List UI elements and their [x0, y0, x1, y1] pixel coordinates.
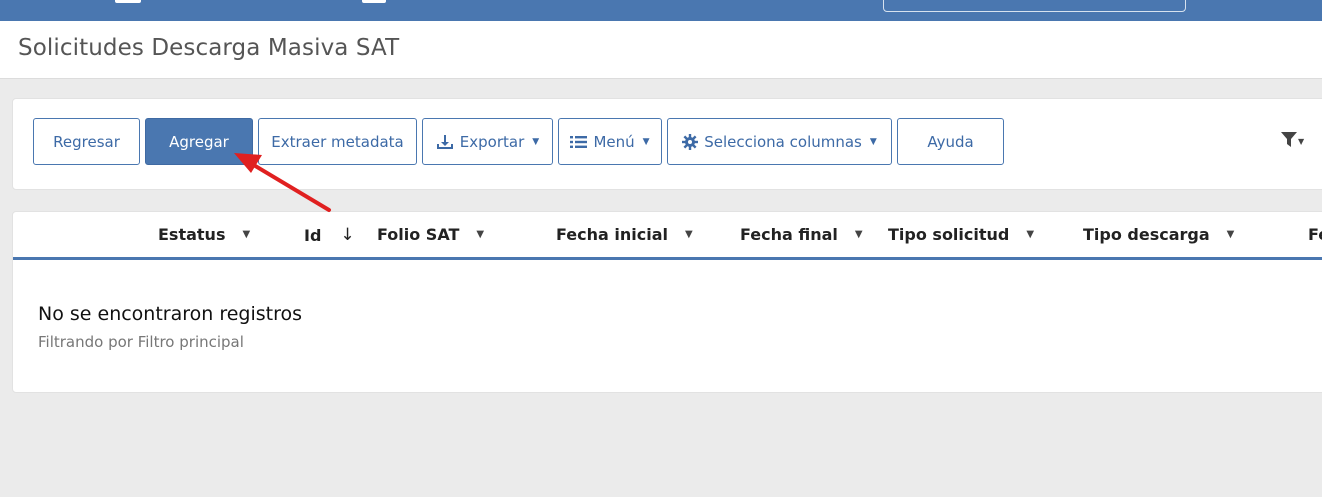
select-columns-button[interactable]: Selecciona columnas ▼ [667, 118, 892, 165]
column-header-folio-sat[interactable]: Folio SAT ▼ [377, 225, 484, 244]
title-bar: Solicitudes Descarga Masiva SAT [0, 21, 1322, 79]
sort-caret-icon: ▼ [684, 229, 693, 240]
table-header: Estatus ▼ Id ↓ Folio SAT ▼ Fecha inicial… [13, 212, 1322, 260]
chevron-down-icon: ▼ [642, 136, 650, 147]
extract-metadata-label: Extraer metadata [271, 132, 404, 151]
results-table: Estatus ▼ Id ↓ Folio SAT ▼ Fecha inicial… [12, 211, 1322, 393]
column-header-label: Fecha final [740, 225, 838, 244]
toolbar: Regresar Agregar Extraer metadata Export… [12, 98, 1322, 190]
select-columns-label: Selecciona columnas [704, 132, 862, 151]
column-header-tipo-solicitud[interactable]: Tipo solicitud ▼ [888, 225, 1034, 244]
list-icon [570, 135, 588, 149]
export-dropdown-button[interactable]: Exportar ▼ [422, 118, 553, 165]
export-label: Exportar [459, 132, 525, 151]
column-header-estatus[interactable]: Estatus ▼ [158, 225, 250, 244]
column-header-label: Tipo descarga [1083, 225, 1210, 244]
filter-note: Filtrando por Filtro principal [38, 333, 244, 351]
download-icon [436, 134, 454, 150]
sort-caret-icon: ▼ [1026, 229, 1035, 240]
nav-icon[interactable] [362, 0, 386, 3]
global-search-input[interactable] [883, 0, 1186, 12]
column-header-label: Fe [1308, 225, 1322, 244]
nav-icon[interactable] [115, 0, 141, 3]
sort-caret-icon: ▼ [854, 229, 863, 240]
column-header-label: Tipo solicitud [888, 225, 1010, 244]
filter-icon [1281, 132, 1297, 151]
menu-dropdown-button[interactable]: Menú ▼ [558, 118, 662, 165]
extract-metadata-button[interactable]: Extraer metadata [258, 118, 417, 165]
chevron-down-icon: ▼ [869, 136, 877, 147]
back-button-label: Regresar [53, 132, 120, 151]
sort-caret-icon: ▼ [1226, 229, 1235, 240]
add-button[interactable]: Agregar [145, 118, 253, 165]
column-header-truncated[interactable]: Fe [1308, 225, 1322, 244]
column-header-label: Folio SAT [377, 225, 460, 244]
back-button[interactable]: Regresar [33, 118, 140, 165]
arrow-down-icon: ↓ [340, 225, 355, 245]
top-navbar [0, 0, 1322, 21]
column-header-fecha-final[interactable]: Fecha final ▼ [740, 225, 863, 244]
help-label: Ayuda [927, 132, 974, 151]
add-button-label: Agregar [169, 132, 229, 151]
column-header-tipo-descarga[interactable]: Tipo descarga ▼ [1083, 225, 1234, 244]
column-header-label: Fecha inicial [556, 225, 668, 244]
sort-caret-icon: ▼ [242, 229, 251, 240]
filter-button[interactable]: ▼ [1281, 132, 1304, 151]
chevron-down-icon: ▼ [1298, 137, 1305, 146]
sort-caret-icon: ▼ [476, 229, 485, 240]
help-button[interactable]: Ayuda [897, 118, 1004, 165]
column-header-label: Id [304, 225, 322, 245]
empty-state-message: No se encontraron registros [38, 303, 303, 325]
column-header-label: Estatus [158, 225, 226, 244]
menu-label: Menú [593, 132, 635, 151]
page-title: Solicitudes Descarga Masiva SAT [18, 35, 400, 61]
column-header-fecha-inicial[interactable]: Fecha inicial ▼ [556, 225, 693, 244]
gear-icon [682, 133, 699, 150]
column-header-id[interactable]: Id ↓ [304, 225, 355, 245]
chevron-down-icon: ▼ [532, 136, 540, 147]
